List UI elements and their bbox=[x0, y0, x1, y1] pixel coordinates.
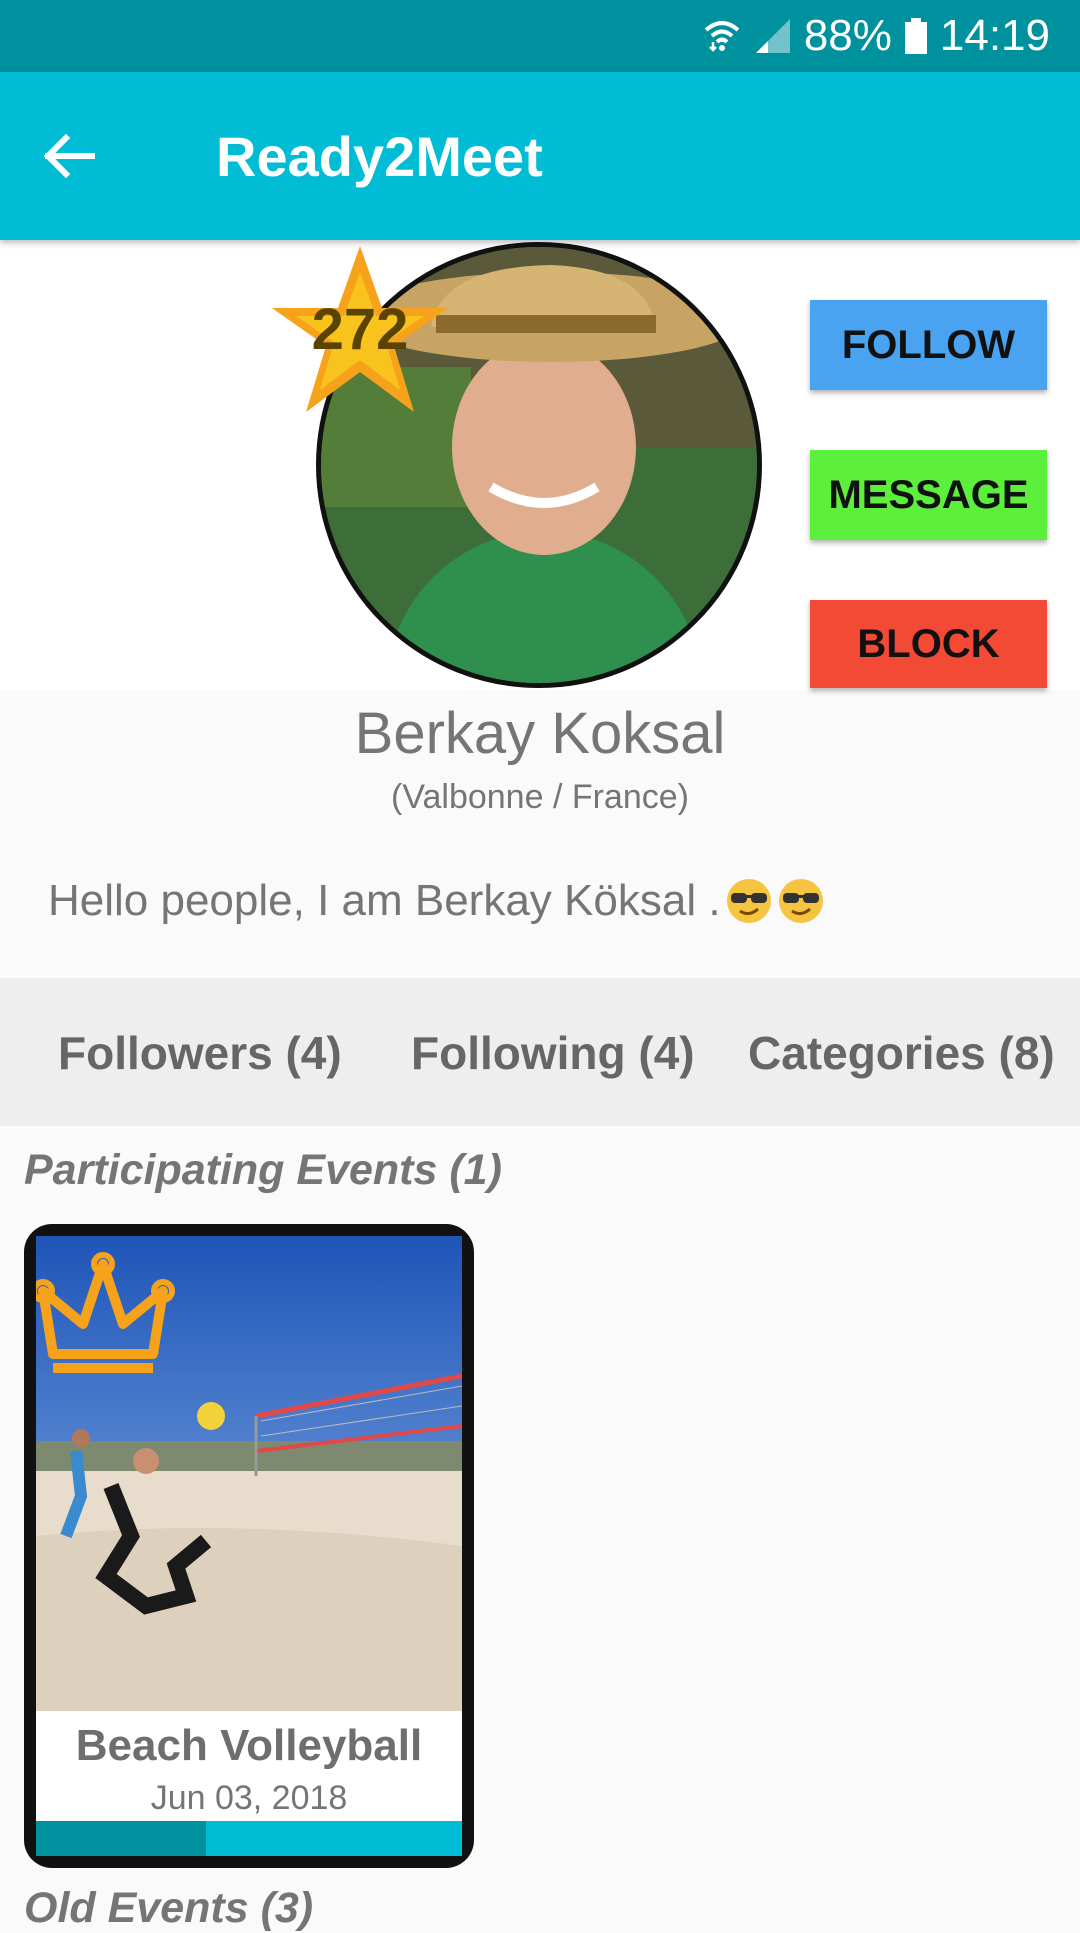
block-button[interactable]: BLOCK bbox=[810, 600, 1047, 688]
follow-button[interactable]: FOLLOW bbox=[810, 300, 1047, 390]
user-name: Berkay Koksal bbox=[354, 701, 726, 766]
app-bar: Ready2Meet bbox=[0, 72, 1080, 240]
signal-icon bbox=[754, 17, 792, 55]
participating-events-title: Participating Events (1) bbox=[24, 1146, 502, 1194]
battery-percent: 88% bbox=[803, 11, 892, 60]
back-button[interactable] bbox=[40, 126, 100, 186]
arrow-left-icon bbox=[44, 134, 95, 178]
crown-icon bbox=[36, 1252, 175, 1373]
sunglasses-emoji-icon bbox=[778, 879, 823, 923]
status-bar: 88% 14:19 bbox=[0, 0, 1080, 72]
wifi-icon bbox=[702, 16, 742, 56]
event-image bbox=[36, 1236, 462, 1711]
points-star: 272 bbox=[268, 242, 452, 418]
points-count: 272 bbox=[311, 297, 409, 362]
old-events-title: Old Events (3) bbox=[24, 1884, 314, 1932]
message-button[interactable]: MESSAGE bbox=[810, 450, 1047, 540]
tab-categories[interactable]: Categories (8) bbox=[748, 1026, 1055, 1080]
user-location: (Valbonne / France) bbox=[391, 778, 689, 816]
clock: 14:19 bbox=[939, 11, 1050, 60]
event-progress-bar bbox=[36, 1821, 462, 1856]
user-bio: Hello people, I am Berkay Köksal . bbox=[48, 876, 825, 926]
event-title: Beach Volleyball bbox=[75, 1721, 423, 1770]
event-progress-fill bbox=[36, 1821, 207, 1856]
event-info: Beach Volleyball Jun 03, 2018 bbox=[36, 1711, 462, 1821]
battery-icon bbox=[904, 18, 928, 54]
event-date: Jun 03, 2018 bbox=[150, 1779, 348, 1817]
bio-text: Hello people, I am Berkay Köksal . bbox=[48, 876, 721, 925]
app-title: Ready2Meet bbox=[216, 125, 543, 188]
event-card[interactable]: Beach Volleyball Jun 03, 2018 bbox=[24, 1224, 474, 1868]
tab-followers[interactable]: Followers (4) bbox=[58, 1026, 342, 1080]
tab-following[interactable]: Following (4) bbox=[411, 1026, 695, 1080]
sunglasses-emoji-icon bbox=[726, 879, 771, 923]
